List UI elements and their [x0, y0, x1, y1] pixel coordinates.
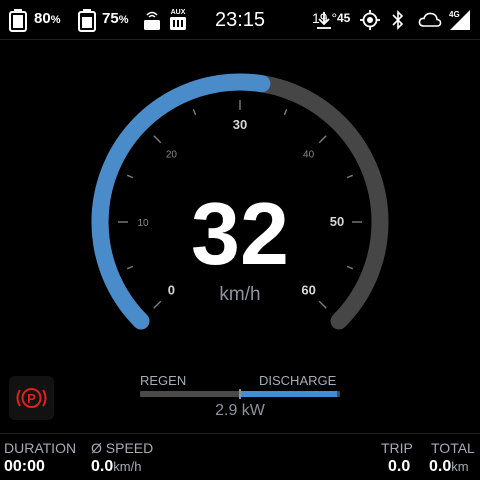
speed-unit: km/h [219, 284, 261, 305]
total-value: 0.0km [429, 458, 469, 475]
gauge-tick-label: 30 [233, 117, 247, 132]
power-bar-center-mark [239, 389, 241, 399]
parking-brake-icon: P [16, 388, 47, 408]
battery-1-percent: 80% [34, 10, 61, 27]
aux-battery-icon: AUX [168, 8, 188, 37]
gauge-tick [192, 109, 197, 116]
signal-icon: 4G [448, 8, 472, 37]
battery-icon [77, 8, 97, 37]
avg-speed-unit: km/h [113, 459, 142, 474]
gauge-tick-label: 0 [168, 283, 175, 298]
avg-speed-label: Ø SPEED [91, 440, 154, 456]
current-speed: 32 [191, 184, 289, 283]
gauge-tick [318, 135, 327, 144]
stats-divider [0, 433, 480, 434]
status-bar: 80% 75% AUX 23:15 19 ° 45 4G [0, 0, 480, 40]
total-unit: km [451, 459, 469, 474]
discharge-label: DISCHARGE [259, 373, 337, 388]
download-count: 45 [337, 11, 351, 25]
gauge-tick-label: 10 [137, 218, 149, 229]
aux-label: AUX [171, 9, 186, 16]
parking-brake-indicator: P [9, 376, 54, 420]
power-bar-discharge-fill [240, 391, 337, 397]
gps-icon [360, 10, 380, 35]
gauge-tick-label: 60 [301, 283, 315, 298]
duration-label: DURATION [4, 440, 77, 456]
gauge-tick [127, 265, 134, 270]
battery-2-percent: 75% [102, 10, 129, 27]
gauge-tick [346, 174, 353, 179]
power-value: 2.9 kW [215, 402, 265, 419]
gauge-tick [318, 300, 327, 309]
gauge-tick [153, 135, 162, 144]
duration-value: 00:00 [4, 458, 45, 475]
trip-value: 0.0 [388, 458, 411, 475]
battery-icon [8, 8, 28, 37]
wireless-battery-icon [142, 8, 162, 37]
gauge-tick-label: 20 [166, 149, 178, 160]
download-icon [314, 10, 334, 35]
trip-label: TRIP [381, 440, 413, 456]
gauge-tick [346, 265, 353, 270]
clock: 23:15 [215, 9, 266, 31]
regen-label: REGEN [140, 373, 187, 388]
cloud-icon [418, 11, 442, 34]
gauge-tick-label: 40 [303, 149, 315, 160]
gauge-tick-label: 50 [330, 214, 344, 229]
gauge-tick [153, 300, 162, 309]
network-type: 4G [449, 10, 460, 19]
total-label: TOTAL [431, 440, 475, 456]
gauge-tick [283, 109, 288, 116]
avg-speed-value: 0.0km/h [91, 458, 142, 475]
gauge-tick [127, 174, 134, 179]
parking-symbol: P [27, 391, 36, 406]
power-bar [140, 389, 340, 399]
bluetooth-icon [390, 10, 406, 35]
